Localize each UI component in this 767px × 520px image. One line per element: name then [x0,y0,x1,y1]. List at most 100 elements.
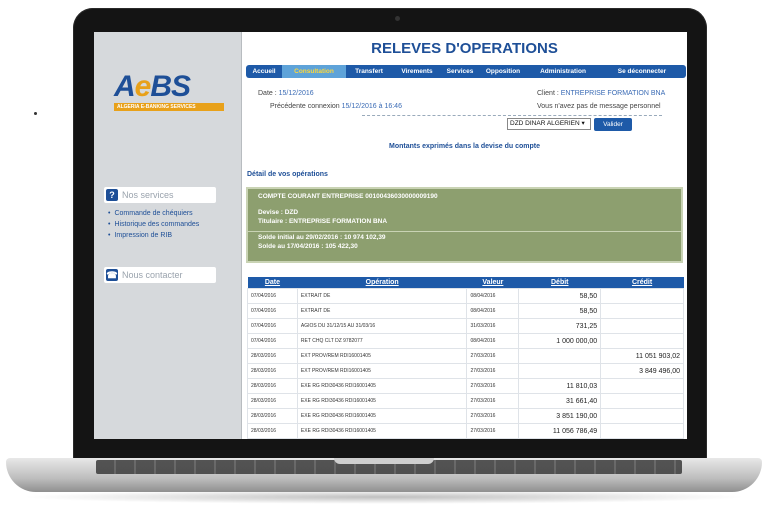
cell-operation: EXE RG RDI30436 RDI16001405 [296,423,468,439]
account-summary: COMPTE COURANT ENTREPRISE 00100436030000… [246,187,683,263]
service-link-history[interactable]: Historique des commandes [108,219,199,230]
date-line: Date : 15/12/2016 [258,90,314,97]
validate-button[interactable]: Valider [594,118,632,131]
table-row: 07/04/2016 AGIOS DU 31/12/15 AU 31/03/16 3… [247,318,684,334]
currency-note: Montants exprimés dans la devise du comp… [389,143,540,150]
cell-debit: 1 000 000,00 [518,333,602,349]
sidebar: AeBS ALGERIA E-BANKING SERVICES ? Nos se… [94,32,242,439]
cell-credit [600,333,684,349]
cell-debit: 58,50 [518,303,602,319]
cell-date: 07/04/2016 [247,303,298,319]
table-row: 07/04/2016 EXTRAIT DE 08/04/2016 58,50 [247,303,684,319]
cell-debit: 11 810,03 [518,378,602,394]
laptop-notch [334,458,434,464]
cell-date: 28/03/2016 [247,348,298,364]
table-row: 28/03/2016 EXE RG RDI30436 RDI16001405 27/… [247,378,684,394]
phone-icon: ☎ [106,269,118,281]
cell-valeur: 08/04/2016 [466,303,520,319]
logo-tagline: ALGERIA E-BANKING SERVICES [114,103,224,111]
cell-debit: 731,25 [518,318,602,334]
cell-date: 07/04/2016 [247,318,298,334]
cell-credit [600,393,684,409]
nav-opposition[interactable]: Opposition [478,65,528,78]
cell-valeur: 27/03/2016 [466,348,520,364]
detail-heading: Détail de vos opérations [247,171,328,178]
webcam-icon [395,16,400,21]
nav-administration[interactable]: Administration [528,65,598,78]
cell-date: 28/03/2016 [247,408,298,424]
currency-select[interactable]: DZD DINAR ALGERIEN ▾ [507,118,591,130]
col-operation[interactable]: Opération [297,277,467,289]
cell-date: 28/03/2016 [247,363,298,379]
aebs-logo[interactable]: AeBS ALGERIA E-BANKING SERVICES [114,72,224,111]
table-row: 28/03/2016 EXE RG RDI30436 RDI16001405 27/… [247,423,684,439]
cell-credit [600,303,684,319]
account-title: COMPTE COURANT ENTREPRISE 00100436030000… [258,193,438,200]
cell-operation: EXE RG RDI30436 RDI16001405 [296,378,468,394]
stray-dot [34,112,37,115]
cell-operation: EXT PROV/REM RDI16001405 [296,348,468,364]
divider [362,115,662,116]
cell-credit [600,288,684,304]
nav-accueil[interactable]: Accueil [246,65,282,78]
col-debit[interactable]: Débit [518,277,601,289]
current-balance: Solde au 17/04/2016 : 105 422,30 [258,243,358,250]
nav-transfert[interactable]: Transfert [346,65,392,78]
table-row: 28/03/2016 EXE RG RDI30436 RDI16001405 27/… [247,408,684,424]
previous-connection: Précédente connexion 15/12/2016 à 16:46 [270,103,402,110]
cell-credit [600,408,684,424]
operations-table: Date Opération Valeur Débit Crédit 07/04… [247,277,684,439]
cell-credit: 3 849 496,00 [600,363,684,379]
col-valeur[interactable]: Valeur [466,277,519,289]
initial-balance: Solde initial au 29/02/2016 : 10 974 102… [258,234,386,241]
page-title: RELEVES D'OPERATIONS [371,40,558,57]
cell-debit [518,363,602,379]
table-row: 07/04/2016 EXTRAIT DE 08/04/2016 58,50 [247,288,684,304]
client-line: Client : ENTREPRISE FORMATION BNA [537,90,666,97]
cell-debit [518,348,602,364]
cell-valeur: 27/03/2016 [466,423,520,439]
table-row: 07/04/2016 RET CHQ CLT DZ 9782077 08/04/20… [247,333,684,349]
services-header: ? Nos services [104,187,216,203]
messages-status: Vous n'avez pas de message personnel [537,103,661,110]
nav-logout[interactable]: Se déconnecter [598,65,686,78]
cell-valeur: 08/04/2016 [466,333,520,349]
cell-date: 28/03/2016 [247,393,298,409]
cell-debit: 11 056 786,49 [518,423,602,439]
services-title: Nos services [122,190,174,200]
cell-operation: AGIOS DU 31/12/15 AU 31/03/16 [296,318,468,334]
cell-credit: 11 051 903,02 [600,348,684,364]
cell-operation: RET CHQ CLT DZ 9782077 [296,333,468,349]
service-link-rib[interactable]: Impression de RIB [108,230,199,241]
table-row: 28/03/2016 EXE RG RDI30436 RDI16001405 27/… [247,393,684,409]
cell-valeur: 27/03/2016 [466,363,520,379]
cell-debit: 3 851 190,00 [518,408,602,424]
account-holder: Titulaire : ENTREPRISE FORMATION BNA [258,218,388,225]
cell-credit [600,423,684,439]
contact-header[interactable]: ☎ Nous contacter [104,267,216,283]
services-list: Commande de chéquiers Historique des com… [108,208,199,241]
nav-virements[interactable]: Virements [392,65,442,78]
cell-valeur: 08/04/2016 [466,288,520,304]
cell-valeur: 27/03/2016 [466,393,520,409]
cell-operation: EXT PROV/REM RDI16001405 [296,363,468,379]
cell-debit: 31 661,40 [518,393,602,409]
cell-operation: EXE RG RDI30436 RDI16001405 [296,408,468,424]
account-currency: Devise : DZD [258,209,299,216]
nav-consultation[interactable]: Consultation [282,65,346,78]
col-credit[interactable]: Crédit [600,277,684,289]
col-date[interactable]: Date [247,277,298,289]
cell-valeur: 27/03/2016 [466,378,520,394]
main-content: RELEVES D'OPERATIONS Accueil Consultatio… [242,32,687,439]
table-header-row: Date Opération Valeur Débit Crédit [247,277,684,289]
operations-body: 07/04/2016 EXTRAIT DE 08/04/2016 58,50 07/04… [247,288,684,439]
account-divider [248,231,681,232]
screen: AeBS ALGERIA E-BANKING SERVICES ? Nos se… [94,32,687,439]
main-nav: Accueil Consultation Transfert Virements… [246,65,686,78]
service-link-cheques[interactable]: Commande de chéquiers [108,208,199,219]
cell-date: 07/04/2016 [247,288,298,304]
cell-credit [600,378,684,394]
table-row: 28/03/2016 EXT PROV/REM RDI16001405 27/03/… [247,363,684,379]
cell-credit [600,318,684,334]
nav-services[interactable]: Services [442,65,478,78]
